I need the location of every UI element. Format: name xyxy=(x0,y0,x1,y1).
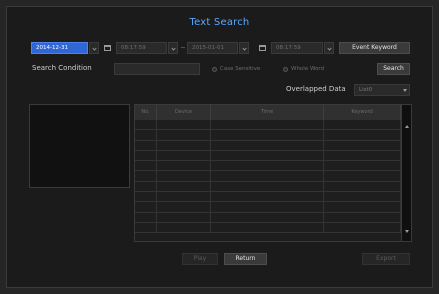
table-row[interactable] xyxy=(135,120,401,131)
range-separator: ~ xyxy=(180,44,186,52)
table-cell xyxy=(157,130,211,140)
table-cell xyxy=(324,212,401,222)
start-time-field[interactable]: 08:17:59 xyxy=(116,42,167,54)
table-cell xyxy=(211,181,324,192)
table-cell xyxy=(135,192,157,202)
table-row[interactable] xyxy=(135,192,401,203)
column-header-keyword: Keyword xyxy=(324,105,401,120)
table-cell xyxy=(157,192,211,202)
results-body xyxy=(135,120,401,241)
start-time-spin[interactable] xyxy=(168,42,178,54)
start-date-field[interactable]: 2014-12-31 xyxy=(31,42,88,54)
case-sensitive-radio[interactable] xyxy=(212,67,217,72)
table-cell xyxy=(135,181,157,192)
table-cell xyxy=(324,181,401,192)
chevron-down-icon xyxy=(403,89,407,92)
table-cell xyxy=(211,140,324,150)
table-row[interactable] xyxy=(135,150,401,162)
table-cell xyxy=(211,130,324,140)
table-cell xyxy=(324,120,401,130)
search-condition-input[interactable] xyxy=(114,63,200,75)
event-keyword-button[interactable]: Event Keyword xyxy=(339,42,410,54)
table-cell xyxy=(324,161,401,171)
results-table[interactable]: No. Device Time Keyword xyxy=(134,104,412,242)
table-cell xyxy=(135,212,157,222)
table-cell xyxy=(324,130,401,140)
end-time-field[interactable]: 08:17:59 xyxy=(271,42,323,54)
table-cell xyxy=(135,150,157,161)
video-preview xyxy=(29,104,130,188)
table-row[interactable] xyxy=(135,130,401,141)
table-cell xyxy=(157,120,211,130)
case-sensitive-label: Case Sensitive xyxy=(220,66,261,72)
table-cell xyxy=(211,222,324,233)
column-header-device: Device xyxy=(157,105,211,120)
whole-word-label: Whole Word xyxy=(291,66,325,72)
table-cell xyxy=(211,212,324,222)
table-cell xyxy=(211,120,324,130)
table-cell xyxy=(157,140,211,150)
table-cell xyxy=(157,181,211,192)
table-cell xyxy=(157,222,211,233)
table-cell xyxy=(157,150,211,161)
column-header-no: No. xyxy=(135,105,157,120)
end-time-spin[interactable] xyxy=(324,42,334,54)
table-cell xyxy=(324,192,401,202)
start-date-spin[interactable] xyxy=(89,42,99,54)
end-date-field[interactable]: 2015-01-01 xyxy=(187,42,238,54)
scroll-up-icon[interactable] xyxy=(405,125,409,128)
table-cell xyxy=(157,202,211,212)
table-cell xyxy=(157,212,211,222)
search-button[interactable]: Search xyxy=(377,63,410,75)
table-row[interactable] xyxy=(135,171,401,182)
table-cell xyxy=(157,161,211,171)
overlapped-data-select[interactable]: List0 xyxy=(354,84,410,96)
search-condition-label: Search Condition xyxy=(32,64,92,72)
table-cell xyxy=(157,171,211,181)
results-scrollbar[interactable] xyxy=(401,105,411,241)
table-cell xyxy=(211,150,324,161)
return-button[interactable]: Return xyxy=(224,253,267,265)
table-row[interactable] xyxy=(135,140,401,151)
table-cell xyxy=(324,171,401,181)
table-cell xyxy=(324,140,401,150)
table-cell xyxy=(135,222,157,233)
play-button[interactable]: Play xyxy=(182,253,218,265)
table-cell xyxy=(135,120,157,130)
whole-word-radio[interactable] xyxy=(283,67,288,72)
table-cell xyxy=(324,150,401,161)
table-cell xyxy=(135,140,157,150)
table-cell xyxy=(324,202,401,212)
table-row[interactable] xyxy=(135,222,401,234)
table-row[interactable] xyxy=(135,202,401,213)
table-row[interactable] xyxy=(135,212,401,223)
table-cell xyxy=(135,202,157,212)
table-cell xyxy=(211,171,324,181)
table-cell xyxy=(135,130,157,140)
table-cell xyxy=(135,161,157,171)
scroll-down-icon[interactable] xyxy=(405,230,409,233)
end-date-spin[interactable] xyxy=(239,42,249,54)
results-header: No. Device Time Keyword xyxy=(135,105,401,120)
table-row[interactable] xyxy=(135,161,401,172)
dialog-title: Text Search xyxy=(189,17,250,28)
table-cell xyxy=(211,192,324,202)
overlapped-data-label: Overlapped Data xyxy=(286,85,346,93)
table-row[interactable] xyxy=(135,181,401,193)
column-header-time: Time xyxy=(211,105,324,120)
table-cell xyxy=(135,171,157,181)
calendar-icon[interactable] xyxy=(259,45,266,51)
export-button[interactable]: Export xyxy=(362,253,410,265)
calendar-icon[interactable] xyxy=(104,45,111,51)
table-cell xyxy=(211,202,324,212)
table-cell xyxy=(211,161,324,171)
table-cell xyxy=(324,222,401,233)
